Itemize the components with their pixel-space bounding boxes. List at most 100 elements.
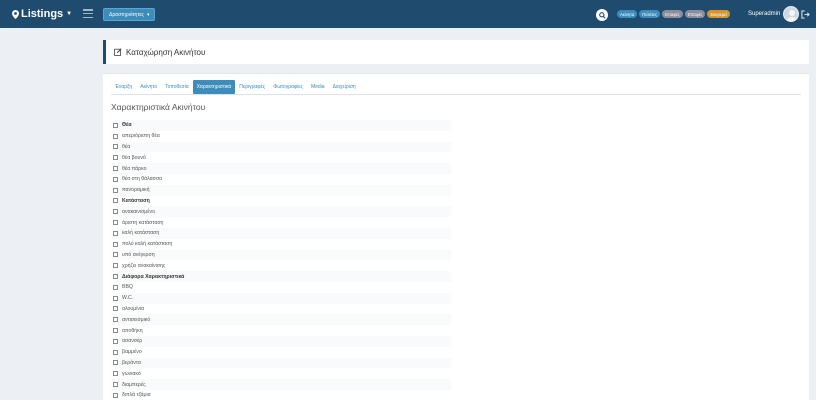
feature-row: BBQ [113,282,451,293]
avatar[interactable] [783,6,799,22]
feature-checkbox[interactable] [113,220,118,226]
feature-row: αποθήκη [113,325,451,336]
feature-checkbox[interactable] [113,198,118,204]
feature-row: W.C. [113,292,451,304]
feature-label: απεριόριστη θέα [122,133,160,140]
form-tab[interactable]: Περιγραφές [235,80,269,94]
search-button[interactable] [596,9,608,21]
feature-checkbox[interactable] [113,274,118,280]
feature-label: καλή κατάσταση [122,230,160,237]
feature-row: διαμπερές [113,379,451,390]
feature-checkbox[interactable] [113,155,118,161]
features-list: Θέα απεριόριστη θέα θέα θέα βουνό θέα πάρκο θ… [113,120,451,400]
feature-row: αλουμίνια [113,304,451,315]
feature-label: υπό ανέγερση [122,251,155,258]
feature-label: άριστη κατάσταση [122,219,164,226]
feature-checkbox[interactable] [113,360,118,366]
section-title: Χαρακτηριστικά Ακινήτου [111,102,206,112]
tab-divider [111,94,801,95]
feature-label: BBQ [122,284,133,291]
feature-label: αντισεισμικό [122,316,151,323]
feature-row: αντισεισμικό [113,314,451,326]
chevron-down-icon: ▾ [146,11,150,18]
feature-row: χρήζει ανακαίνισης [113,260,451,271]
edit-icon [114,48,122,56]
feature-label: χρήζει ανακαίνισης [122,262,166,269]
search-icon [598,11,606,19]
header-pill[interactable]: Ακίνητα [617,10,638,18]
feature-checkbox[interactable] [113,176,118,182]
form-tab[interactable]: Φωτογραφίες [269,80,307,94]
feature-checkbox[interactable] [113,241,118,247]
page-header: Καταχώρηση Ακινήτου [103,40,809,64]
feature-checkbox[interactable] [113,263,118,269]
feature-label: βαμμένο [122,349,142,356]
logo-text: Listings [21,8,64,20]
feature-row: θέα πάρκο [113,163,451,174]
feature-checkbox[interactable] [113,284,118,290]
feature-label: αλουμίνια [122,305,145,312]
feature-checkbox[interactable] [113,382,118,388]
feature-row: βαμμένο [113,347,451,358]
feature-checkbox[interactable] [113,338,118,344]
feature-row: γωνιακό [113,368,451,379]
menu-toggle-icon[interactable] [83,9,93,18]
actions-dropdown-label: Δραστηριότητες [109,11,144,18]
form-tabs: Έναρξη Ακίνητο Τοποθεσία Χαρακτηριστικά Περι… [111,80,360,94]
feature-row: βεράντα [113,357,451,369]
feature-label: διαμπερές [122,381,146,388]
feature-checkbox[interactable] [113,144,118,150]
feature-checkbox[interactable] [113,209,118,215]
logout-icon[interactable] [801,10,810,19]
actions-dropdown-button[interactable]: Δραστηριότητες ▾ [103,8,156,21]
feature-row: απεριόριστη θέα [113,131,451,142]
feature-label: θέα [122,143,131,150]
user-name[interactable]: Superadmin [748,11,780,17]
feature-label: βεράντα [122,359,141,366]
header-pill[interactable]: Επαφές [684,10,706,18]
app-logo[interactable]: Listings ▼ [12,8,72,20]
feature-checkbox[interactable] [113,306,118,312]
feature-checkbox[interactable] [113,371,118,377]
feature-label: Διάφορα Χαρακτηριστικά [122,273,185,280]
feature-checkbox[interactable] [113,349,118,355]
feature-checkbox[interactable] [113,122,118,128]
feature-checkbox[interactable] [113,328,118,334]
feature-label: αποθήκη [122,327,143,334]
map-pin-icon [12,9,19,19]
feature-label: ανακαινισμένο [122,208,156,215]
form-tab[interactable]: Ακίνητο [136,80,161,94]
feature-checkbox[interactable] [113,317,118,323]
feature-label: γωνιακό [122,370,141,377]
feature-label: πολύ καλή κατάσταση [122,241,173,248]
form-tab[interactable]: Χαρακτηριστικά [192,80,236,94]
feature-checkbox[interactable] [113,295,118,301]
feature-label: W.C. [122,295,134,302]
feature-row: υπό ανέγερση [113,249,451,261]
feature-checkbox[interactable] [113,252,118,258]
feature-label: θέα στη θάλασσα [122,176,163,183]
feature-checkbox[interactable] [113,133,118,139]
form-tab[interactable]: Διαχείριση [329,80,360,94]
page-title: Καταχώρηση Ακινήτου [126,47,206,57]
form-tab[interactable]: Έναρξη [111,80,136,94]
feature-checkbox[interactable] [113,392,118,398]
feature-row: θέα στη θάλασσα [113,174,451,185]
header-pill[interactable]: Επαφές [662,10,683,18]
feature-row: θέα [113,141,451,153]
feature-checkbox[interactable] [113,230,118,236]
feature-row: ασανσέρ [113,335,451,347]
header-pill[interactable]: Πελάτες [639,10,661,18]
top-navbar: Listings ▼ Δραστηριότητες ▾ Ακίνητα Πελάτ… [0,0,816,28]
header-pill[interactable]: Εκκρεμεί [707,10,730,18]
feature-checkbox[interactable] [113,166,118,172]
feature-group-row: Κατάσταση [113,196,451,207]
feature-row: διπλά τζάμια [113,390,451,400]
form-tab[interactable]: Τοποθεσία [161,80,192,94]
form-tab[interactable]: Media [307,80,329,94]
feature-label: θέα βουνό [122,154,146,161]
feature-checkbox[interactable] [113,187,118,193]
feature-group-row: Διάφορα Χαρακτηριστικά [113,271,451,282]
feature-label: διπλά τζάμια [122,392,151,399]
feature-row: πολύ καλή κατάσταση [113,239,451,250]
